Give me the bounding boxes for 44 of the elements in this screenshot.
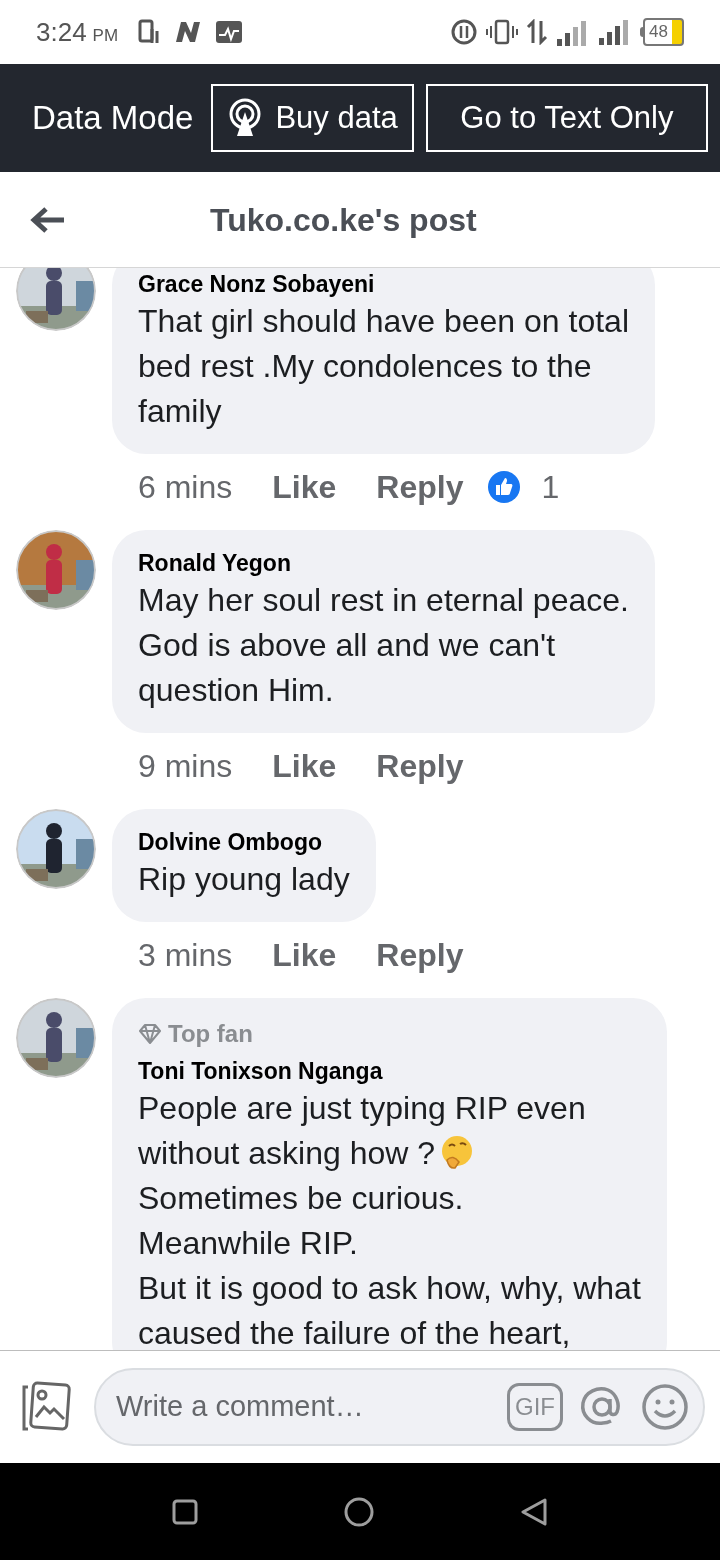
comment-text: Sometimes be curious. Meanwhile RIP. But it is good to ask how, why, what caused the failure of the heart, [138,1180,641,1350]
vibrate-icon [486,19,519,45]
data-saver-icon [450,18,479,46]
data-arrows-icon [526,19,549,45]
comment-author[interactable]: Toni Tonixson Nganga [138,1056,641,1086]
comment-time: 6 mins [138,468,233,507]
recents-icon[interactable] [172,1498,198,1525]
comment-text: May her soul rest in eternal peace. God is above all and we can't question Him. [138,582,629,708]
text-only-button[interactable]: Go to Text Only [425,84,708,152]
thumbs-up-icon [487,470,522,504]
back-arrow-icon[interactable] [30,205,66,234]
n-logo-icon [174,21,203,43]
comment-author[interactable]: Ronald Yegon [138,548,629,578]
comment-author[interactable]: Dolvine Ombogo [138,827,350,857]
emoji-picker-icon[interactable] [641,1383,689,1431]
reply-link[interactable]: Reply [376,742,464,790]
comment-author[interactable]: Grace Nonz Sobayeni [138,269,629,299]
data-mode-label: Data Mode [32,98,194,139]
comment-text: Rip young lady [138,861,350,897]
activity-icon [216,21,243,43]
comment-time: 9 mins [138,747,233,786]
like-link[interactable]: Like [272,931,337,979]
back-icon[interactable] [520,1496,548,1527]
like-link[interactable]: Like [272,463,337,511]
comment-time: 3 mins [138,936,233,975]
reaction-count: 1 [541,468,560,507]
comment-text: People are just typing RIP even [138,1090,586,1126]
home-icon[interactable] [344,1496,374,1527]
diamond-icon [138,1024,162,1044]
gallery-icon[interactable] [20,1381,72,1433]
clock-period: PM [92,24,119,47]
battery-level: 48 [643,18,684,46]
clock-time: 3:24 [36,15,87,49]
reply-link[interactable]: Reply [376,463,464,511]
gif-button[interactable]: GIF [507,1383,563,1431]
like-link[interactable]: Like [272,742,337,790]
phone-data-icon [138,19,161,45]
comment-text: without asking how ? [138,1135,436,1171]
page-title: Tuko.co.ke's post [210,200,477,240]
comment-field[interactable]: Write a comment… GIF [94,1368,705,1446]
top-fan-label: Top fan [168,1019,253,1049]
buy-data-button[interactable]: Buy data [211,84,414,152]
reply-link[interactable]: Reply [376,931,464,979]
comment-text: That girl should have been on total bed rest .My condolences to the family [138,303,629,429]
